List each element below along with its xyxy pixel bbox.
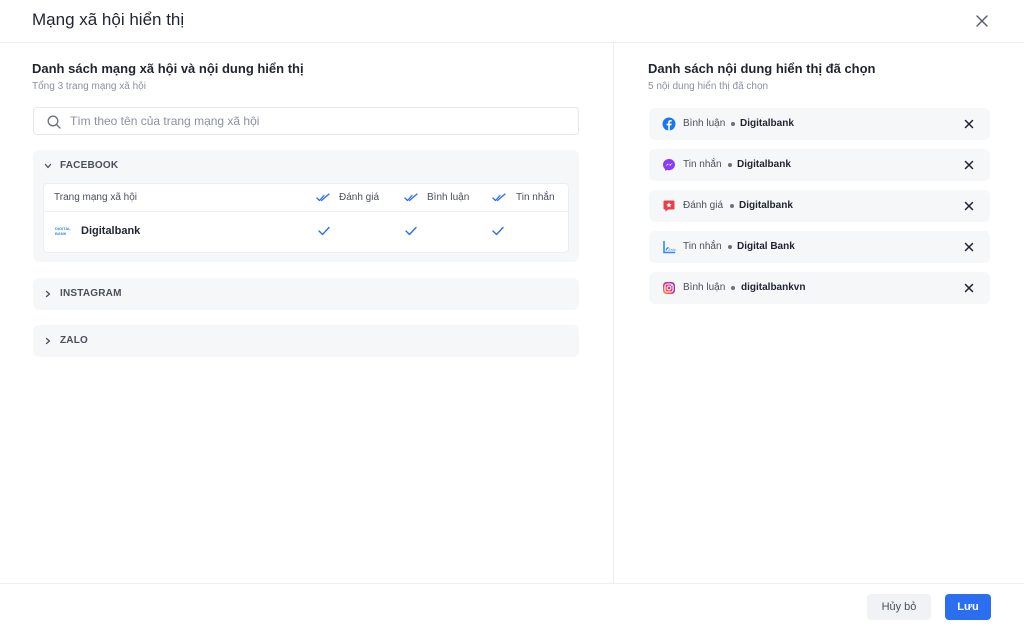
- page-name: Digital Bank: [737, 241, 795, 252]
- chevron-right-icon: [45, 337, 51, 345]
- remove-icon[interactable]: [963, 282, 975, 294]
- modal-footer: Hủy bỏ Lưu: [0, 583, 1024, 626]
- accordion-zalo: ZALO: [33, 325, 579, 357]
- select-all-tin-nhan-icon[interactable]: [492, 193, 506, 203]
- separator-dot: [731, 286, 735, 290]
- selected-item: Bình luận Digitalbank: [649, 108, 990, 140]
- chevron-down-icon: [44, 163, 52, 169]
- remove-icon[interactable]: [963, 118, 975, 130]
- social-list-subtitle: Tổng 3 trang mạng xã hội: [32, 81, 146, 92]
- remove-icon[interactable]: [963, 159, 975, 171]
- page-name: Digitalbank: [737, 159, 791, 170]
- remove-icon[interactable]: [963, 241, 975, 253]
- accordion-header-facebook[interactable]: FACEBOOK: [33, 150, 579, 182]
- column-header-tin-nhan: Tin nhắn: [516, 192, 555, 203]
- zalo-icon: Zalo: [663, 240, 676, 254]
- selected-list-subtitle: 5 nội dung hiển thị đã chọn: [648, 81, 769, 92]
- table-header: Trang mạng xã hội Đánh giá Bình luận Tin…: [44, 184, 568, 212]
- digitalbank-logo: DIGITAL BANK: [55, 226, 71, 236]
- accordion-label: FACEBOOK: [60, 160, 119, 171]
- modal-title: Mạng xã hội hiển thị: [32, 10, 185, 29]
- page-name: Digitalbank: [81, 225, 141, 237]
- search-input[interactable]: [70, 109, 570, 133]
- remove-icon[interactable]: [963, 200, 975, 212]
- check-icon-binh-luan[interactable]: [404, 225, 418, 237]
- content-type: Tin nhắn: [683, 159, 722, 170]
- content-type: Tin nhắn: [683, 241, 722, 252]
- accordion-header-zalo[interactable]: ZALO: [33, 325, 579, 357]
- column-header-danh-gia: Đánh giá: [339, 192, 380, 203]
- svg-text:Zalo: Zalo: [668, 248, 676, 252]
- selected-item: Tin nhắn Digitalbank: [649, 149, 990, 181]
- page-name: Digitalbank: [739, 200, 793, 211]
- separator-dot: [730, 204, 734, 208]
- accordion-facebook: FACEBOOK Trang mạng xã hội Đánh giá Bình…: [33, 150, 579, 262]
- cancel-button[interactable]: Hủy bỏ: [867, 594, 931, 620]
- accordion-instagram: INSTAGRAM: [33, 278, 579, 310]
- chevron-right-icon: [45, 290, 51, 298]
- content-type: Bình luận: [683, 118, 726, 129]
- review-icon: [663, 200, 675, 212]
- selected-item: Zalo Tin nhắn Digital Bank: [649, 231, 990, 263]
- select-all-binh-luan-icon[interactable]: [404, 193, 418, 203]
- content-type: Đánh giá: [683, 200, 724, 211]
- separator-dot: [728, 245, 732, 249]
- search-icon: [47, 115, 61, 129]
- check-icon-tin-nhan[interactable]: [491, 225, 505, 237]
- accordion-header-instagram[interactable]: INSTAGRAM: [33, 278, 579, 310]
- selected-list-title: Danh sách nội dung hiển thị đã chọn: [648, 61, 876, 76]
- check-icon-danh-gia[interactable]: [317, 225, 331, 237]
- accordion-label: ZALO: [60, 335, 89, 346]
- page-name: Digitalbank: [740, 118, 794, 129]
- content-type: Bình luận: [683, 282, 726, 293]
- column-header-binh-luan: Bình luận: [427, 192, 470, 203]
- search-box: [33, 107, 579, 135]
- close-icon[interactable]: [972, 11, 992, 31]
- modal-header: Mạng xã hội hiển thị: [0, 0, 1024, 43]
- selected-item: Đánh giá Digitalbank: [649, 190, 990, 222]
- column-header-page: Trang mạng xã hội: [54, 192, 138, 203]
- social-list-title: Danh sách mạng xã hội và nội dung hiển t…: [32, 61, 304, 76]
- accordion-label: INSTAGRAM: [60, 288, 122, 299]
- instagram-icon: [663, 282, 675, 294]
- facebook-table: Trang mạng xã hội Đánh giá Bình luận Tin…: [43, 183, 569, 253]
- messenger-icon: [663, 159, 675, 171]
- column-divider: [613, 43, 614, 583]
- separator-dot: [728, 163, 732, 167]
- select-all-danh-gia-icon[interactable]: [316, 193, 330, 203]
- page-name: digitalbankvn: [741, 282, 806, 293]
- selected-item: Bình luận digitalbankvn: [649, 272, 990, 304]
- save-button[interactable]: Lưu: [945, 594, 991, 620]
- separator-dot: [731, 122, 735, 126]
- facebook-icon: [662, 117, 676, 131]
